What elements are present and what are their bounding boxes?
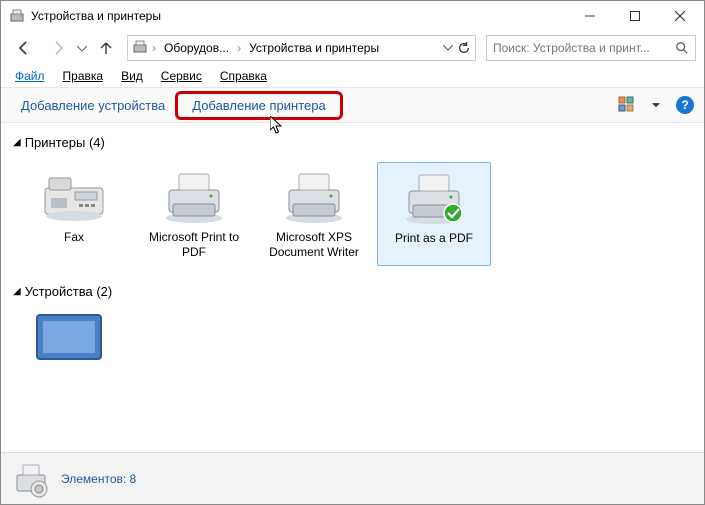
search-input[interactable] [493, 41, 669, 55]
search-icon [675, 41, 689, 55]
breadcrumb-sep: › [237, 41, 241, 55]
titlebar: Устройства и принтеры [1, 1, 704, 31]
nav-bar: › Оборудов... › Устройства и принтеры [1, 31, 704, 65]
menu-service[interactable]: Сервис [153, 67, 210, 85]
group-label: Принтеры (4) [25, 135, 105, 150]
forward-button[interactable] [43, 33, 73, 63]
printers-grid: Fax Microsoft Print to PDF [11, 156, 694, 278]
group-header-devices[interactable]: ◢ Устройства (2) [11, 278, 694, 305]
refresh-icon[interactable] [457, 41, 471, 55]
location-icon [132, 39, 148, 58]
printer-icon [279, 168, 349, 224]
breadcrumb-sep: › [152, 41, 156, 55]
window-title: Устройства и принтеры [31, 9, 567, 23]
devices-grid [11, 305, 694, 373]
close-button[interactable] [657, 1, 702, 31]
menu-edit[interactable]: Правка [55, 67, 112, 85]
group-label: Устройства (2) [25, 284, 113, 299]
status-text: Элементов: 8 [61, 472, 136, 486]
status-count: 8 [130, 472, 137, 486]
history-dropdown[interactable] [77, 39, 91, 57]
content-area: ◢ Принтеры (4) Fax [1, 123, 704, 452]
status-bar: Элементов: 8 [1, 452, 704, 504]
breadcrumb-item[interactable]: Оборудов... [160, 39, 233, 57]
device-label: Microsoft Print to PDF [141, 230, 247, 260]
device-label: Print as a PDF [395, 231, 473, 246]
help-button[interactable]: ? [676, 96, 694, 114]
collapse-caret-icon: ◢ [13, 137, 21, 148]
device-label: Microsoft XPS Document Writer [261, 230, 367, 260]
menu-help[interactable]: Справка [212, 67, 275, 85]
add-printer-label: Добавление принтера [192, 98, 325, 113]
status-icon [11, 459, 51, 499]
back-button[interactable] [9, 33, 39, 63]
device-item-ms-xps[interactable]: Microsoft XPS Document Writer [257, 162, 371, 266]
view-dropdown-icon[interactable] [652, 103, 660, 108]
app-icon [9, 8, 25, 24]
up-button[interactable] [95, 33, 117, 63]
view-options-icon[interactable] [618, 96, 636, 114]
add-printer-button[interactable]: Добавление принтера [175, 91, 342, 120]
device-item-monitor[interactable] [31, 311, 111, 361]
minimize-button[interactable] [567, 1, 612, 31]
device-item-fax[interactable]: Fax [17, 162, 131, 266]
device-item-print-as-pdf[interactable]: Print as a PDF [377, 162, 491, 266]
add-device-button[interactable]: Добавление устройства [11, 92, 175, 119]
menu-bar: Файл Правка Вид Сервис Справка [1, 65, 704, 87]
printer-icon [159, 168, 229, 224]
collapse-caret-icon: ◢ [13, 286, 21, 297]
menu-view[interactable]: Вид [113, 67, 151, 85]
address-bar[interactable]: › Оборудов... › Устройства и принтеры [127, 35, 476, 61]
toolbar: Добавление устройства Добавление принтер… [1, 87, 704, 123]
status-label: Элементов: [61, 472, 126, 486]
device-item-ms-print-pdf[interactable]: Microsoft Print to PDF [137, 162, 251, 266]
address-dropdown-icon[interactable] [443, 45, 453, 51]
maximize-button[interactable] [612, 1, 657, 31]
search-box[interactable] [486, 35, 696, 61]
breadcrumb-item[interactable]: Устройства и принтеры [245, 39, 383, 57]
group-header-printers[interactable]: ◢ Принтеры (4) [11, 129, 694, 156]
fax-icon [39, 168, 109, 224]
menu-file[interactable]: Файл [7, 67, 53, 85]
device-label: Fax [64, 230, 84, 245]
window-controls [567, 1, 702, 31]
printer-icon [399, 169, 469, 225]
